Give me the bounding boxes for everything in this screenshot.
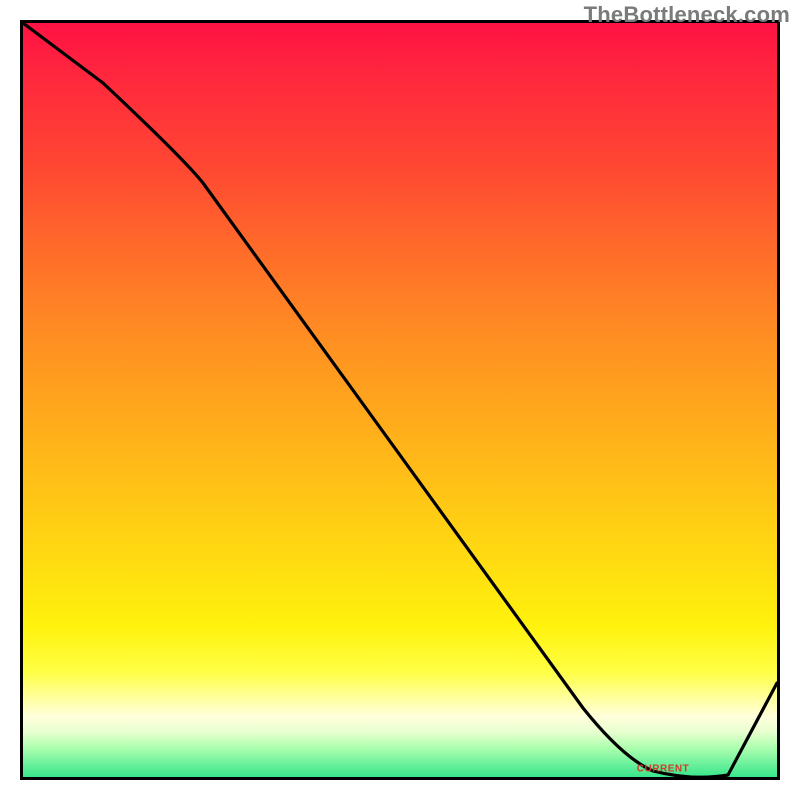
watermark-text: TheBottleneck.com [584,2,790,28]
bottleneck-curve-path [23,23,777,777]
optimal-marker: CURRENT [637,764,689,775]
bottleneck-chart: TheBottleneck.com CURRENT [0,0,800,800]
plot-frame: CURRENT [20,20,780,780]
curve-layer [23,23,777,777]
